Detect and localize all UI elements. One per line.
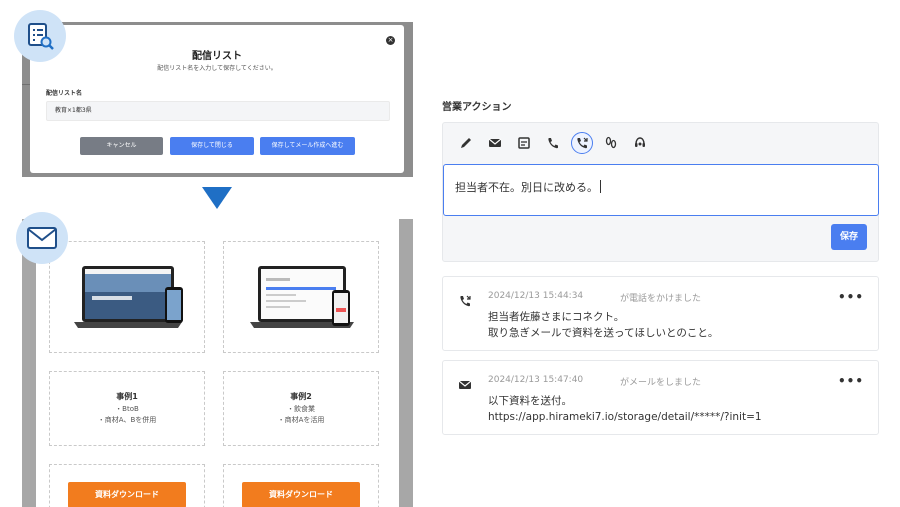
save-button[interactable]: 保存 — [831, 224, 867, 250]
download-button[interactable]: 資料ダウンロード — [242, 482, 360, 507]
cancel-button[interactable]: キャンセル — [80, 137, 163, 155]
email-body: 事例1 ・BtoB ・商材A、Bを併用 事例2 ・飲食業 ・商材Aを活用 資料ダ… — [36, 219, 399, 507]
footprints-icon[interactable] — [600, 132, 622, 154]
phone-icon[interactable] — [542, 132, 564, 154]
pencil-icon[interactable] — [455, 132, 477, 154]
download-card: 資料ダウンロード — [49, 464, 205, 507]
phone-active-icon[interactable] — [571, 132, 593, 154]
note-icon[interactable] — [513, 132, 535, 154]
flow-arrow-icon — [202, 187, 232, 209]
download-button[interactable]: 資料ダウンロード — [68, 482, 186, 507]
email-screenshot: 事例1 ・BtoB ・商材A、Bを併用 事例2 ・飲食業 ・商材Aを活用 資料ダ… — [22, 219, 413, 507]
action-panel: 担当者不在。別日に改める。 保存 — [442, 122, 879, 262]
case-line: ・商材A、Bを併用 — [97, 416, 157, 424]
log-type: が電話をかけました — [620, 294, 702, 304]
mail-icon — [457, 377, 473, 393]
more-options-icon[interactable]: ••• — [838, 290, 864, 304]
text-caret — [600, 180, 601, 193]
case-image-card — [223, 241, 379, 353]
laptop-image — [250, 266, 354, 328]
log-text-line: 取り急ぎメールで資料を送ってほしいとのこと。 — [488, 327, 719, 339]
case-line: ・飲食業 — [287, 405, 315, 413]
activity-log-item: 2024/12/13 15:47:40 がメールをしました ••• 以下資料を送… — [442, 360, 879, 435]
case-image-card — [49, 241, 205, 353]
mail-icon[interactable] — [484, 132, 506, 154]
memo-input[interactable]: 担当者不在。別日に改める。 — [443, 164, 879, 216]
log-text-line: 担当者佐藤さまにコネクト。 — [488, 311, 625, 323]
background-line — [22, 84, 30, 85]
case-card-2: 事例2 ・飲食業 ・商材Aを活用 — [223, 371, 379, 446]
list-search-glyph — [28, 23, 54, 50]
save-mail-button[interactable]: 保存してメール作成へ進む — [260, 137, 355, 155]
log-date: 2024/12/13 15:47:40 — [488, 375, 584, 385]
list-name-input[interactable]: 教育×1都3県 — [46, 101, 390, 121]
close-icon[interactable]: × — [386, 36, 395, 45]
activity-log-item: 2024/12/13 15:44:34 が電話をかけました ••• 担当者佐藤さ… — [442, 276, 879, 351]
support-icon[interactable] — [629, 132, 651, 154]
mail-icon — [16, 212, 68, 264]
list-dialog: × 配信リスト 配信リスト名を入力して保存してください。 配信リスト名 教育×1… — [30, 25, 404, 173]
log-date: 2024/12/13 15:44:34 — [488, 291, 584, 301]
case-title: 事例2 — [290, 392, 312, 401]
download-card: 資料ダウンロード — [223, 464, 379, 507]
laptop-image — [74, 266, 183, 328]
sales-action-title: 営業アクション — [442, 102, 512, 113]
dialog-screenshot: × 配信リスト 配信リスト名を入力して保存してください。 配信リスト名 教育×1… — [22, 22, 413, 177]
list-search-icon — [14, 10, 66, 62]
log-text-line: 以下資料を送付。 — [488, 395, 572, 407]
dialog-title: 配信リスト — [192, 51, 242, 62]
case-line: ・BtoB — [115, 405, 139, 413]
case-card-1: 事例1 ・BtoB ・商材A、Bを併用 — [49, 371, 205, 446]
envelope-glyph — [27, 227, 57, 249]
memo-text: 担当者不在。別日に改める。 — [455, 181, 598, 194]
dialog-subtitle: 配信リスト名を入力して保存してください。 — [157, 65, 277, 72]
save-close-button[interactable]: 保存して閉じる — [170, 137, 254, 155]
case-line: ・商材Aを活用 — [277, 416, 325, 424]
log-text-line: https://app.hirameki7.io/storage/detail/… — [488, 411, 762, 423]
more-options-icon[interactable]: ••• — [838, 374, 864, 388]
case-title: 事例1 — [116, 392, 138, 401]
log-type: がメールをしました — [620, 378, 702, 388]
list-name-label: 配信リスト名 — [46, 90, 83, 97]
phone-icon — [457, 293, 473, 309]
